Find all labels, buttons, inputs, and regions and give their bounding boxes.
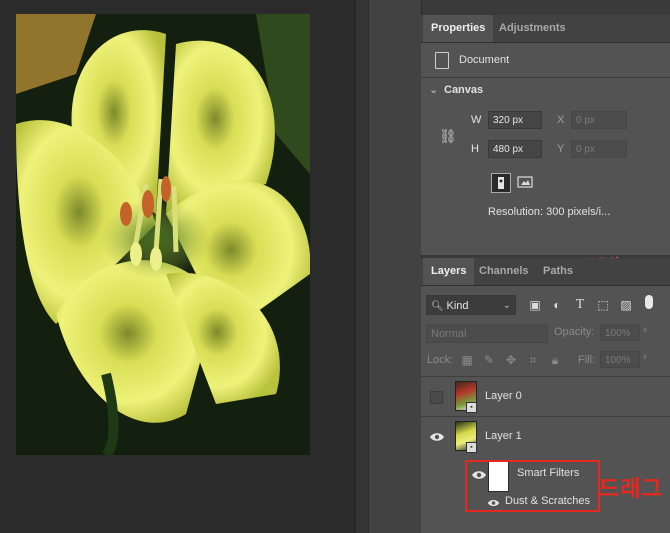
opacity-label: Opacity: (554, 326, 595, 338)
x-field[interactable]: 0 px (571, 111, 627, 129)
canvas-section-title[interactable]: Canvas (444, 84, 483, 96)
height-label: H (471, 143, 479, 155)
resolution-text: Resolution: 300 pixels/i... (488, 206, 611, 218)
y-field[interactable]: 0 px (571, 140, 627, 158)
link-icon[interactable]: ⛓ (439, 128, 457, 145)
properties-tab-bar: Properties Adjustments (421, 15, 670, 43)
highlight-box (465, 460, 600, 512)
fill-label: Fill: (578, 354, 596, 366)
filter-kind-label: Kind (446, 300, 469, 312)
blend-mode-select[interactable]: Normal (426, 324, 548, 343)
smart-object-filter-icon[interactable]: ▨ (618, 297, 634, 313)
panel-divider (355, 0, 368, 533)
flower-photo[interactable] (16, 14, 310, 455)
eye-icon[interactable] (429, 431, 445, 443)
chevron-down-icon[interactable]: ⌄ (429, 83, 438, 96)
tab-properties[interactable]: Properties (423, 15, 494, 42)
drag-annotation: 드래그 (599, 476, 663, 501)
fill-dropdown-icon[interactable]: › (643, 351, 647, 363)
panel-dock-gutter (368, 0, 422, 533)
type-layer-filter-icon[interactable]: T (572, 297, 588, 313)
tab-layers[interactable]: Layers (423, 258, 475, 285)
opacity-dropdown-icon[interactable]: › (643, 324, 647, 336)
smart-object-badge-icon: ▪ (466, 442, 477, 453)
adjustment-layer-filter-icon[interactable]: ◐ (549, 297, 565, 313)
properties-panel: Properties Adjustments Document ⌄ Canvas… (421, 15, 670, 255)
tab-channels[interactable]: Channels (471, 258, 537, 285)
width-label: W (471, 114, 482, 126)
lock-label: Lock: (427, 354, 454, 366)
layer-filter-select[interactable]: 🔍︎ Kind ⌄ (426, 295, 516, 315)
height-field[interactable]: 480 px (488, 140, 542, 158)
lock-position-icon[interactable]: ✥ (503, 352, 519, 368)
tab-adjustments[interactable]: Adjustments (491, 15, 574, 42)
y-label: Y (557, 143, 565, 155)
landscape-orientation-icon[interactable] (517, 174, 533, 190)
search-icon: 🔍︎ (431, 301, 444, 312)
document-icon (435, 52, 449, 69)
width-field[interactable]: 320 px (488, 111, 542, 129)
portrait-orientation-icon[interactable] (491, 173, 511, 193)
lock-transparency-icon[interactable]: ▦ (459, 352, 475, 368)
filter-toggle-switch[interactable] (645, 295, 653, 309)
visibility-toggle-off[interactable] (430, 391, 443, 404)
layer-name[interactable]: Layer 0 (485, 390, 522, 402)
shape-layer-filter-icon[interactable]: ⬚ (595, 297, 611, 313)
flower-image (16, 14, 310, 455)
chevron-down-icon: ⌄ (502, 300, 511, 311)
opacity-field[interactable]: 100% (600, 324, 640, 341)
lock-artboard-icon[interactable]: ⌗ (525, 352, 541, 368)
x-label: X (557, 114, 565, 126)
lock-brush-icon[interactable]: ✎ (481, 352, 497, 368)
layer-row-layer-0[interactable]: ▪ Layer 0 (421, 378, 670, 416)
document-label: Document (459, 54, 510, 66)
layer-row-layer-1[interactable]: ▪ Layer 1 (421, 418, 670, 456)
smart-object-badge-icon: ▪ (466, 402, 477, 413)
layers-tab-bar: Layers Channels Paths (421, 258, 670, 286)
layer-name[interactable]: Layer 1 (485, 430, 522, 442)
tab-paths[interactable]: Paths (535, 258, 581, 285)
document-canvas-area[interactable] (0, 0, 355, 533)
lock-all-icon[interactable]: 🔒︎ (547, 352, 563, 368)
pixel-layer-filter-icon[interactable]: ▣ (527, 297, 543, 313)
fill-field[interactable]: 100% (600, 351, 640, 368)
